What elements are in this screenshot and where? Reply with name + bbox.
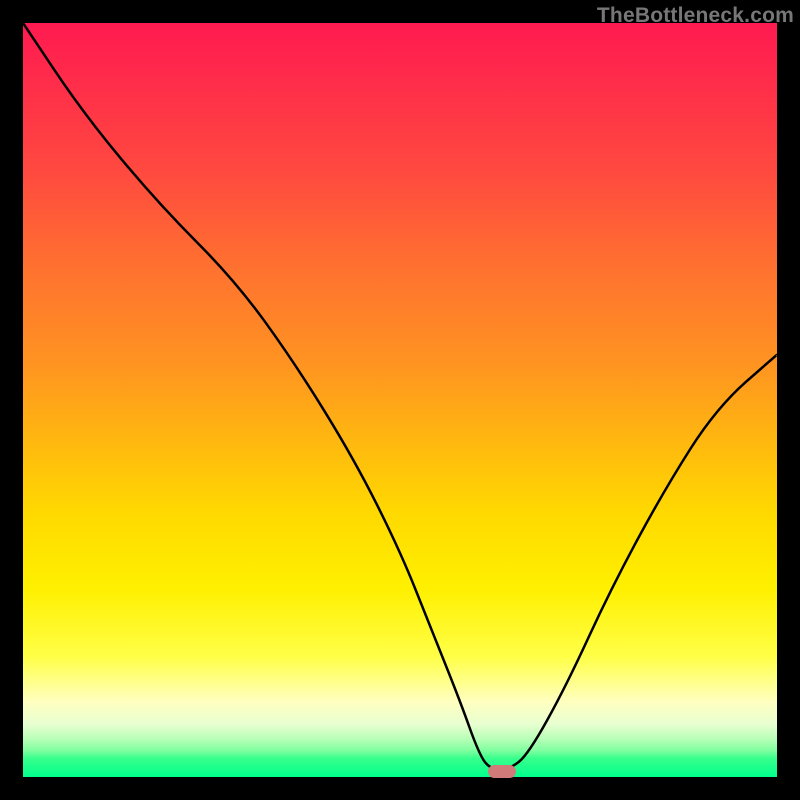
optimal-marker	[488, 765, 516, 778]
chart-frame: TheBottleneck.com	[0, 0, 800, 800]
bottleneck-curve-path	[23, 23, 777, 770]
line-plot-svg	[23, 23, 777, 777]
plot-area	[23, 23, 777, 777]
